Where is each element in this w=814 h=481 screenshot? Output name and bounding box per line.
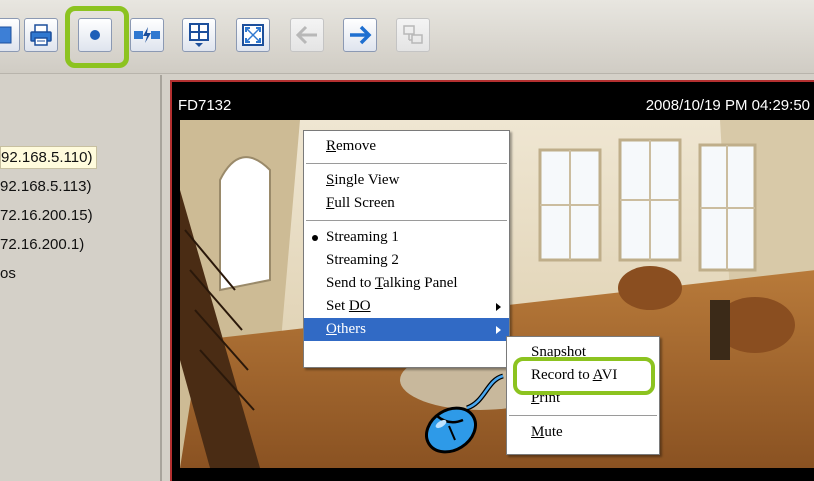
menu-item-single-view[interactable]: Single View — [304, 169, 509, 192]
video-header: FD7132 2008/10/19 PM 04:29:50 — [172, 82, 814, 120]
toolbar — [0, 0, 814, 74]
menu-item-mute[interactable]: Mute — [507, 421, 659, 444]
device-item-label: 92.168.5.113) — [0, 178, 92, 195]
fullscreen-icon — [242, 24, 264, 46]
back-arrow-icon — [295, 25, 317, 45]
forward-button[interactable] — [343, 18, 377, 52]
record-to-avi-highlight — [513, 357, 655, 395]
camera-name: FD7132 — [178, 97, 232, 114]
connect-icon — [134, 27, 160, 43]
layout-icon — [189, 23, 209, 47]
menu-separator — [306, 220, 507, 221]
menu-separator — [306, 163, 507, 164]
device-item-label: 72.16.200.1) — [0, 236, 85, 253]
mouse-icon — [425, 373, 504, 454]
selected-bullet-icon — [312, 235, 318, 241]
submenu-arrow-icon — [496, 303, 501, 311]
menu-item-streaming-2[interactable]: Streaming 2 — [304, 249, 509, 272]
print-button[interactable] — [24, 18, 58, 52]
menu-item-full-screen[interactable]: Full Screen — [304, 192, 509, 215]
menu-separator — [509, 415, 657, 416]
device-item-label: os — [0, 265, 16, 282]
network-icon — [403, 25, 423, 44]
menu-item-streaming-1[interactable]: Streaming 1 — [304, 226, 509, 249]
device-tree-panel: 92.168.5.110) 92.168.5.113) 72.16.200.15… — [0, 75, 162, 481]
layout-button[interactable] — [182, 18, 216, 52]
device-item[interactable]: os — [0, 259, 162, 288]
panel-icon — [0, 26, 12, 44]
panel-button[interactable] — [0, 18, 20, 52]
menu-item-set-do[interactable]: Set DO — [304, 295, 509, 318]
others-submenu: Snapshot Record to AVI Print Mute — [506, 336, 660, 455]
fullscreen-button[interactable] — [236, 18, 270, 52]
menu-item-remove[interactable]: Remove — [304, 135, 509, 158]
forward-arrow-icon — [350, 25, 372, 45]
device-item-label: 92.168.5.110) — [0, 146, 98, 169]
device-item[interactable]: 72.16.200.15) — [0, 201, 162, 230]
connect-button[interactable] — [130, 18, 164, 52]
device-item-label: 72.16.200.15) — [0, 207, 93, 224]
printer-icon — [30, 24, 52, 46]
network-button[interactable] — [396, 18, 430, 52]
back-button[interactable] — [290, 18, 324, 52]
device-item[interactable]: 72.16.200.1) — [0, 230, 162, 259]
submenu-arrow-icon — [496, 326, 501, 334]
device-item[interactable]: 92.168.5.113) — [0, 172, 162, 201]
record-button-highlight — [65, 6, 129, 68]
device-item[interactable]: 92.168.5.110) — [0, 143, 162, 172]
video-timestamp: 2008/10/19 PM 04:29:50 — [645, 97, 810, 114]
device-list: 92.168.5.110) 92.168.5.113) 72.16.200.15… — [0, 143, 162, 288]
menu-item-send-to-talking-panel[interactable]: Send to Talking Panel — [304, 272, 509, 295]
context-menu: Remove Single View Full Screen Streaming… — [303, 130, 510, 368]
menu-item-others[interactable]: Others — [304, 318, 509, 341]
